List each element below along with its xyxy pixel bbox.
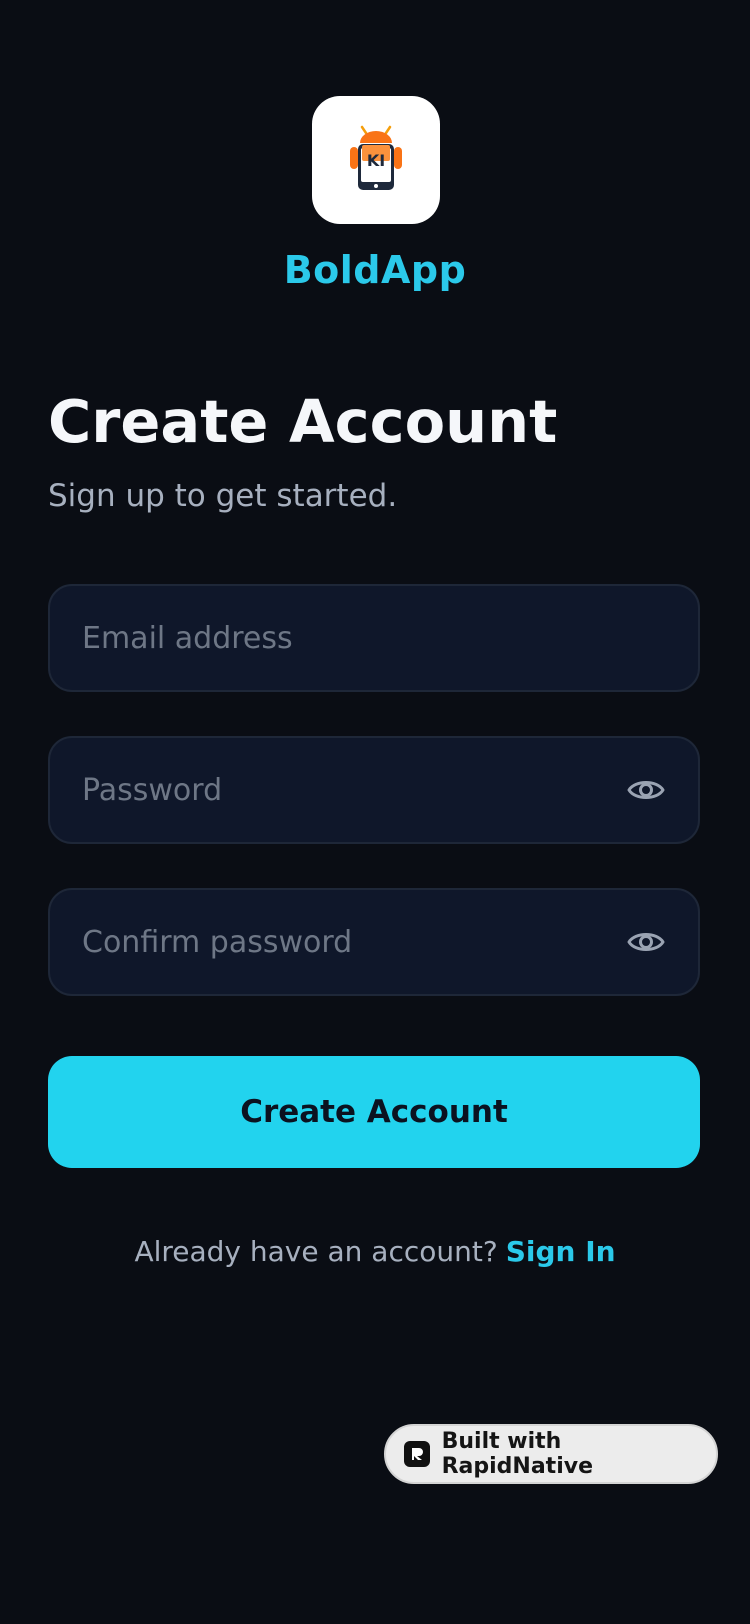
sign-in-link[interactable]: Sign In: [506, 1235, 616, 1268]
email-field: [48, 584, 700, 692]
eye-icon[interactable]: [626, 924, 666, 960]
logo-text: KI: [367, 151, 385, 170]
password-field: [48, 736, 700, 844]
password-input[interactable]: [82, 738, 622, 842]
page-title: Create Account: [48, 387, 558, 456]
create-account-button[interactable]: Create Account: [48, 1056, 700, 1168]
page-subtitle: Sign up to get started.: [48, 478, 398, 514]
confirm-password-input[interactable]: [82, 890, 622, 994]
signin-prompt-row: Already have an account? Sign In: [0, 1232, 750, 1272]
badge-label: Built with RapidNative: [441, 1429, 593, 1479]
app-name: BoldApp: [283, 248, 467, 292]
email-input[interactable]: [82, 586, 622, 690]
app-logo: KI: [312, 96, 440, 224]
confirm-password-field: [48, 888, 700, 996]
rapidnative-logo-icon: [404, 1441, 430, 1467]
eye-icon[interactable]: [626, 772, 666, 808]
android-robot-phone-icon: KI: [350, 125, 402, 190]
signin-prompt-text: Already have an account?: [134, 1235, 498, 1268]
built-with-badge[interactable]: Built with RapidNative: [384, 1424, 718, 1484]
